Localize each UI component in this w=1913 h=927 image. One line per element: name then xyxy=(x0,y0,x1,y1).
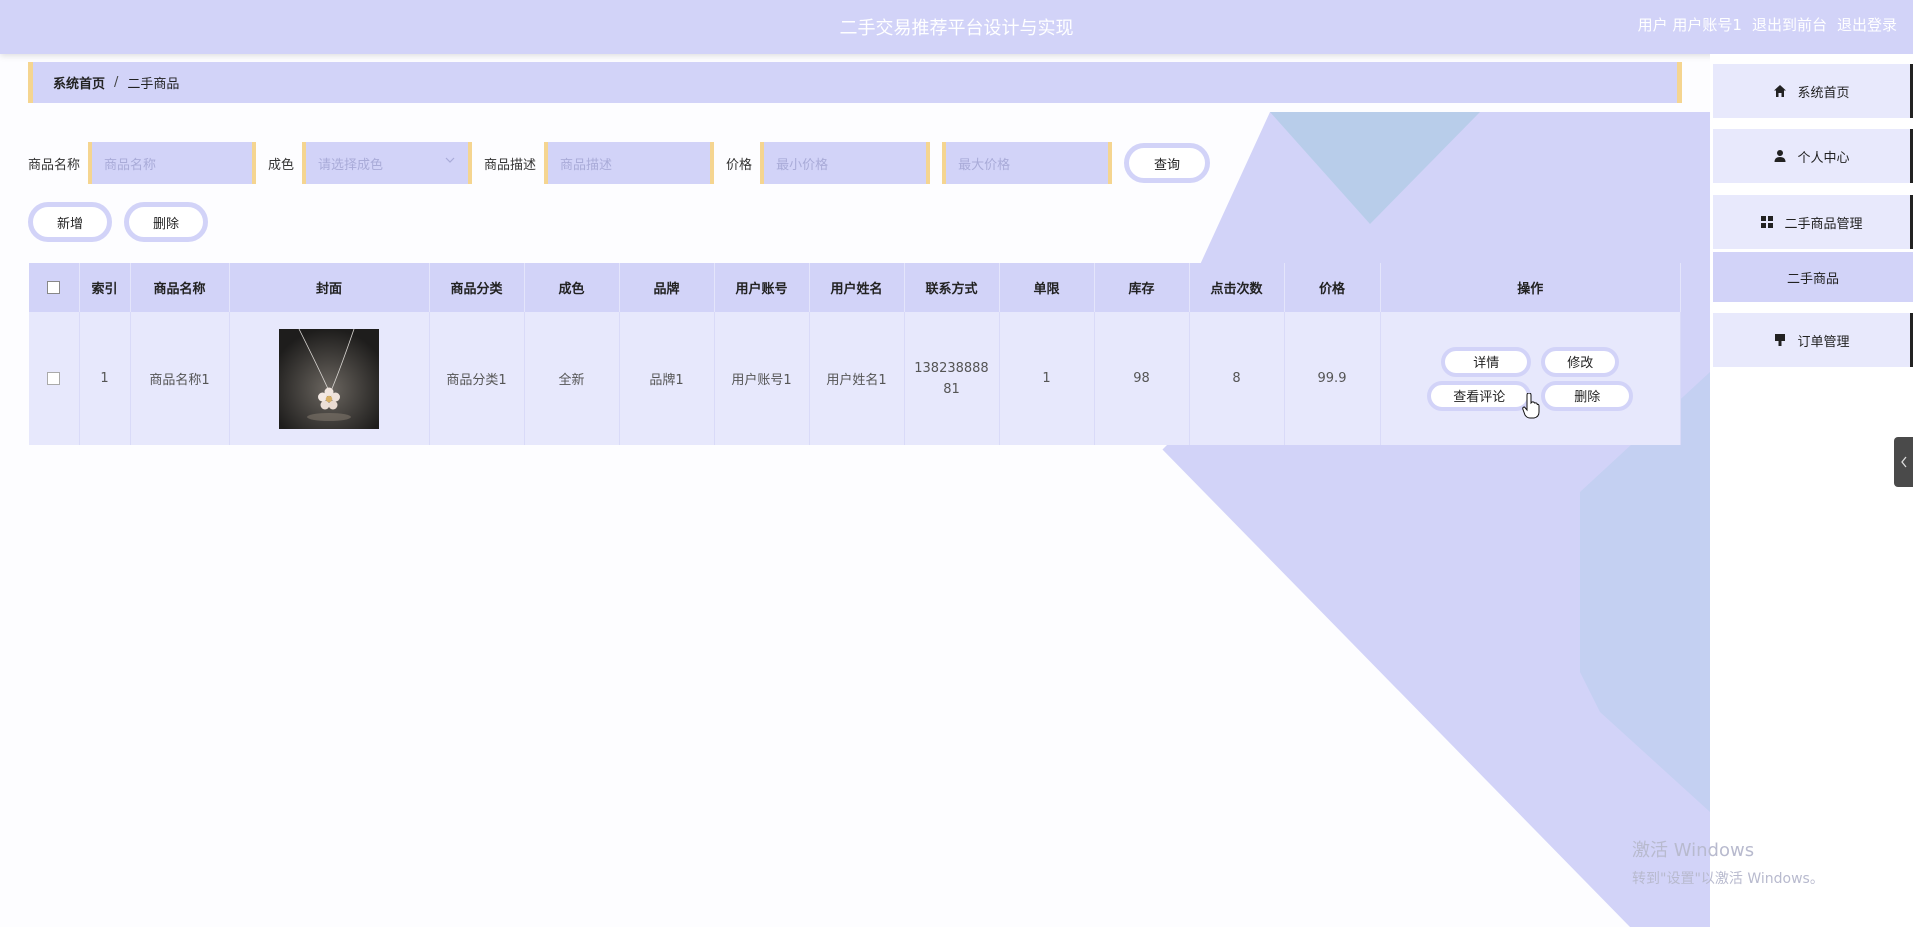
chevron-down-icon xyxy=(444,154,456,169)
detail-button[interactable]: 详情 xyxy=(1441,346,1532,377)
view-comments-button[interactable]: 查看评论 xyxy=(1427,380,1532,411)
query-button[interactable]: 查询 xyxy=(1124,143,1211,183)
goods-table: 索引 商品名称 封面 商品分类 成色 品牌 用户账号 用户姓名 联系方式 单限 … xyxy=(29,263,1681,445)
user-icon xyxy=(1774,150,1786,162)
max-price-input[interactable]: 最大价格 xyxy=(942,142,1113,184)
cell-cover xyxy=(229,312,430,445)
row-select-cell xyxy=(29,312,80,445)
min-price-input[interactable]: 最小价格 xyxy=(760,142,931,184)
col-condition: 成色 xyxy=(524,263,620,312)
action-bar: 新增 删除 xyxy=(28,202,208,242)
cell-limit: 1 xyxy=(999,312,1095,445)
col-stock: 库存 xyxy=(1094,263,1190,312)
exit-to-front-link[interactable]: 退出到前台 xyxy=(1752,14,1827,35)
cell-operations: 详情 修改 查看评论 删除 xyxy=(1380,312,1681,445)
sidebar-item-home[interactable]: 系统首页 xyxy=(1713,64,1913,118)
chevron-left-icon xyxy=(1900,456,1907,468)
cell-category: 商品分类1 xyxy=(429,312,525,445)
cell-index: 1 xyxy=(79,312,131,445)
delete-button[interactable]: 删除 xyxy=(1541,380,1634,411)
current-user-label: 用户 用户账号1 xyxy=(1637,16,1742,34)
breadcrumb: 系统首页 / 二手商品 xyxy=(28,62,1682,103)
cell-condition: 全新 xyxy=(524,312,620,445)
col-clicks: 点击次数 xyxy=(1189,263,1285,312)
app-title: 二手交易推荐平台设计与实现 xyxy=(839,18,1074,39)
breadcrumb-separator: / xyxy=(114,75,119,90)
cell-stock: 98 xyxy=(1094,312,1190,445)
row-checkbox[interactable] xyxy=(47,372,61,385)
description-label: 商品描述 xyxy=(484,157,537,173)
sidebar-label-orders: 订单管理 xyxy=(1797,334,1850,350)
cell-contact: 138238888 81 xyxy=(904,312,1000,445)
table-header-row: 索引 商品名称 封面 商品分类 成色 品牌 用户账号 用户姓名 联系方式 单限 … xyxy=(29,263,1681,312)
col-account: 用户账号 xyxy=(714,263,810,312)
sidebar: 系统首页 个人中心 二手商品管理 二手商品 订单管理 xyxy=(1710,54,1913,927)
top-header: 二手交易推荐平台设计与实现 用户 用户账号1 退出到前台 退出登录 xyxy=(0,0,1913,54)
condition-select[interactable]: 请选择成色 xyxy=(302,142,473,184)
col-cover: 封面 xyxy=(229,263,430,312)
cell-username: 用户姓名1 xyxy=(809,312,905,445)
background-decoration xyxy=(1160,112,1710,927)
name-search-input[interactable]: 商品名称 xyxy=(88,142,257,184)
breadcrumb-home[interactable]: 系统首页 xyxy=(53,73,105,92)
cover-image[interactable] xyxy=(279,328,379,429)
grid-icon xyxy=(1761,216,1774,228)
sidebar-item-orders[interactable]: 订单管理 xyxy=(1713,313,1913,367)
select-all-cell xyxy=(29,263,80,312)
collapse-sidebar-button[interactable] xyxy=(1894,437,1913,487)
col-username: 用户姓名 xyxy=(809,263,905,312)
sidebar-item-goods-management[interactable]: 二手商品管理 xyxy=(1713,195,1913,249)
condition-label: 成色 xyxy=(268,157,295,173)
cell-brand: 品牌1 xyxy=(619,312,715,445)
home-icon xyxy=(1774,85,1787,97)
price-label: 价格 xyxy=(726,157,753,173)
col-limit: 单限 xyxy=(999,263,1095,312)
col-name: 商品名称 xyxy=(130,263,230,312)
col-category: 商品分类 xyxy=(429,263,525,312)
sidebar-label-home: 系统首页 xyxy=(1797,85,1850,101)
sidebar-label-goods-management: 二手商品管理 xyxy=(1784,216,1863,232)
cell-price: 99.9 xyxy=(1284,312,1381,445)
edit-button[interactable]: 修改 xyxy=(1541,346,1620,377)
col-price: 价格 xyxy=(1284,263,1381,312)
col-brand: 品牌 xyxy=(619,263,715,312)
select-all-checkbox[interactable] xyxy=(47,281,61,294)
sidebar-label-profile: 个人中心 xyxy=(1797,150,1850,166)
table-row: 1 商品名称1 商品分类1 全新 品牌1 用户账号1 用户姓名1 1382388… xyxy=(29,312,1681,445)
sidebar-item-profile[interactable]: 个人中心 xyxy=(1713,129,1913,183)
condition-select-placeholder: 请选择成色 xyxy=(318,157,384,173)
row-operations: 详情 修改 查看评论 删除 xyxy=(1381,346,1681,411)
name-label: 商品名称 xyxy=(28,157,81,173)
cell-name: 商品名称1 xyxy=(130,312,230,445)
header-user-area: 用户 用户账号1 退出到前台 退出登录 xyxy=(1638,14,1897,35)
col-index: 索引 xyxy=(79,263,131,312)
batch-delete-button[interactable]: 删除 xyxy=(124,202,208,242)
cell-clicks: 8 xyxy=(1189,312,1285,445)
col-operations: 操作 xyxy=(1380,263,1681,312)
description-search-input[interactable]: 商品描述 xyxy=(544,142,715,184)
contact-line-1: 138238888 xyxy=(914,360,989,376)
contact-line-2: 81 xyxy=(943,381,960,397)
cell-account: 用户账号1 xyxy=(714,312,810,445)
col-contact: 联系方式 xyxy=(904,263,1000,312)
search-bar: 商品名称 商品名称 成色 请选择成色 商品描述 商品描述 价格 最小价格 最大价… xyxy=(28,142,1211,184)
add-button[interactable]: 新增 xyxy=(28,202,112,242)
breadcrumb-current: 二手商品 xyxy=(127,77,180,92)
logout-link[interactable]: 退出登录 xyxy=(1837,14,1897,35)
sidebar-subitem-goods[interactable]: 二手商品 xyxy=(1713,252,1913,302)
order-icon xyxy=(1775,334,1786,346)
